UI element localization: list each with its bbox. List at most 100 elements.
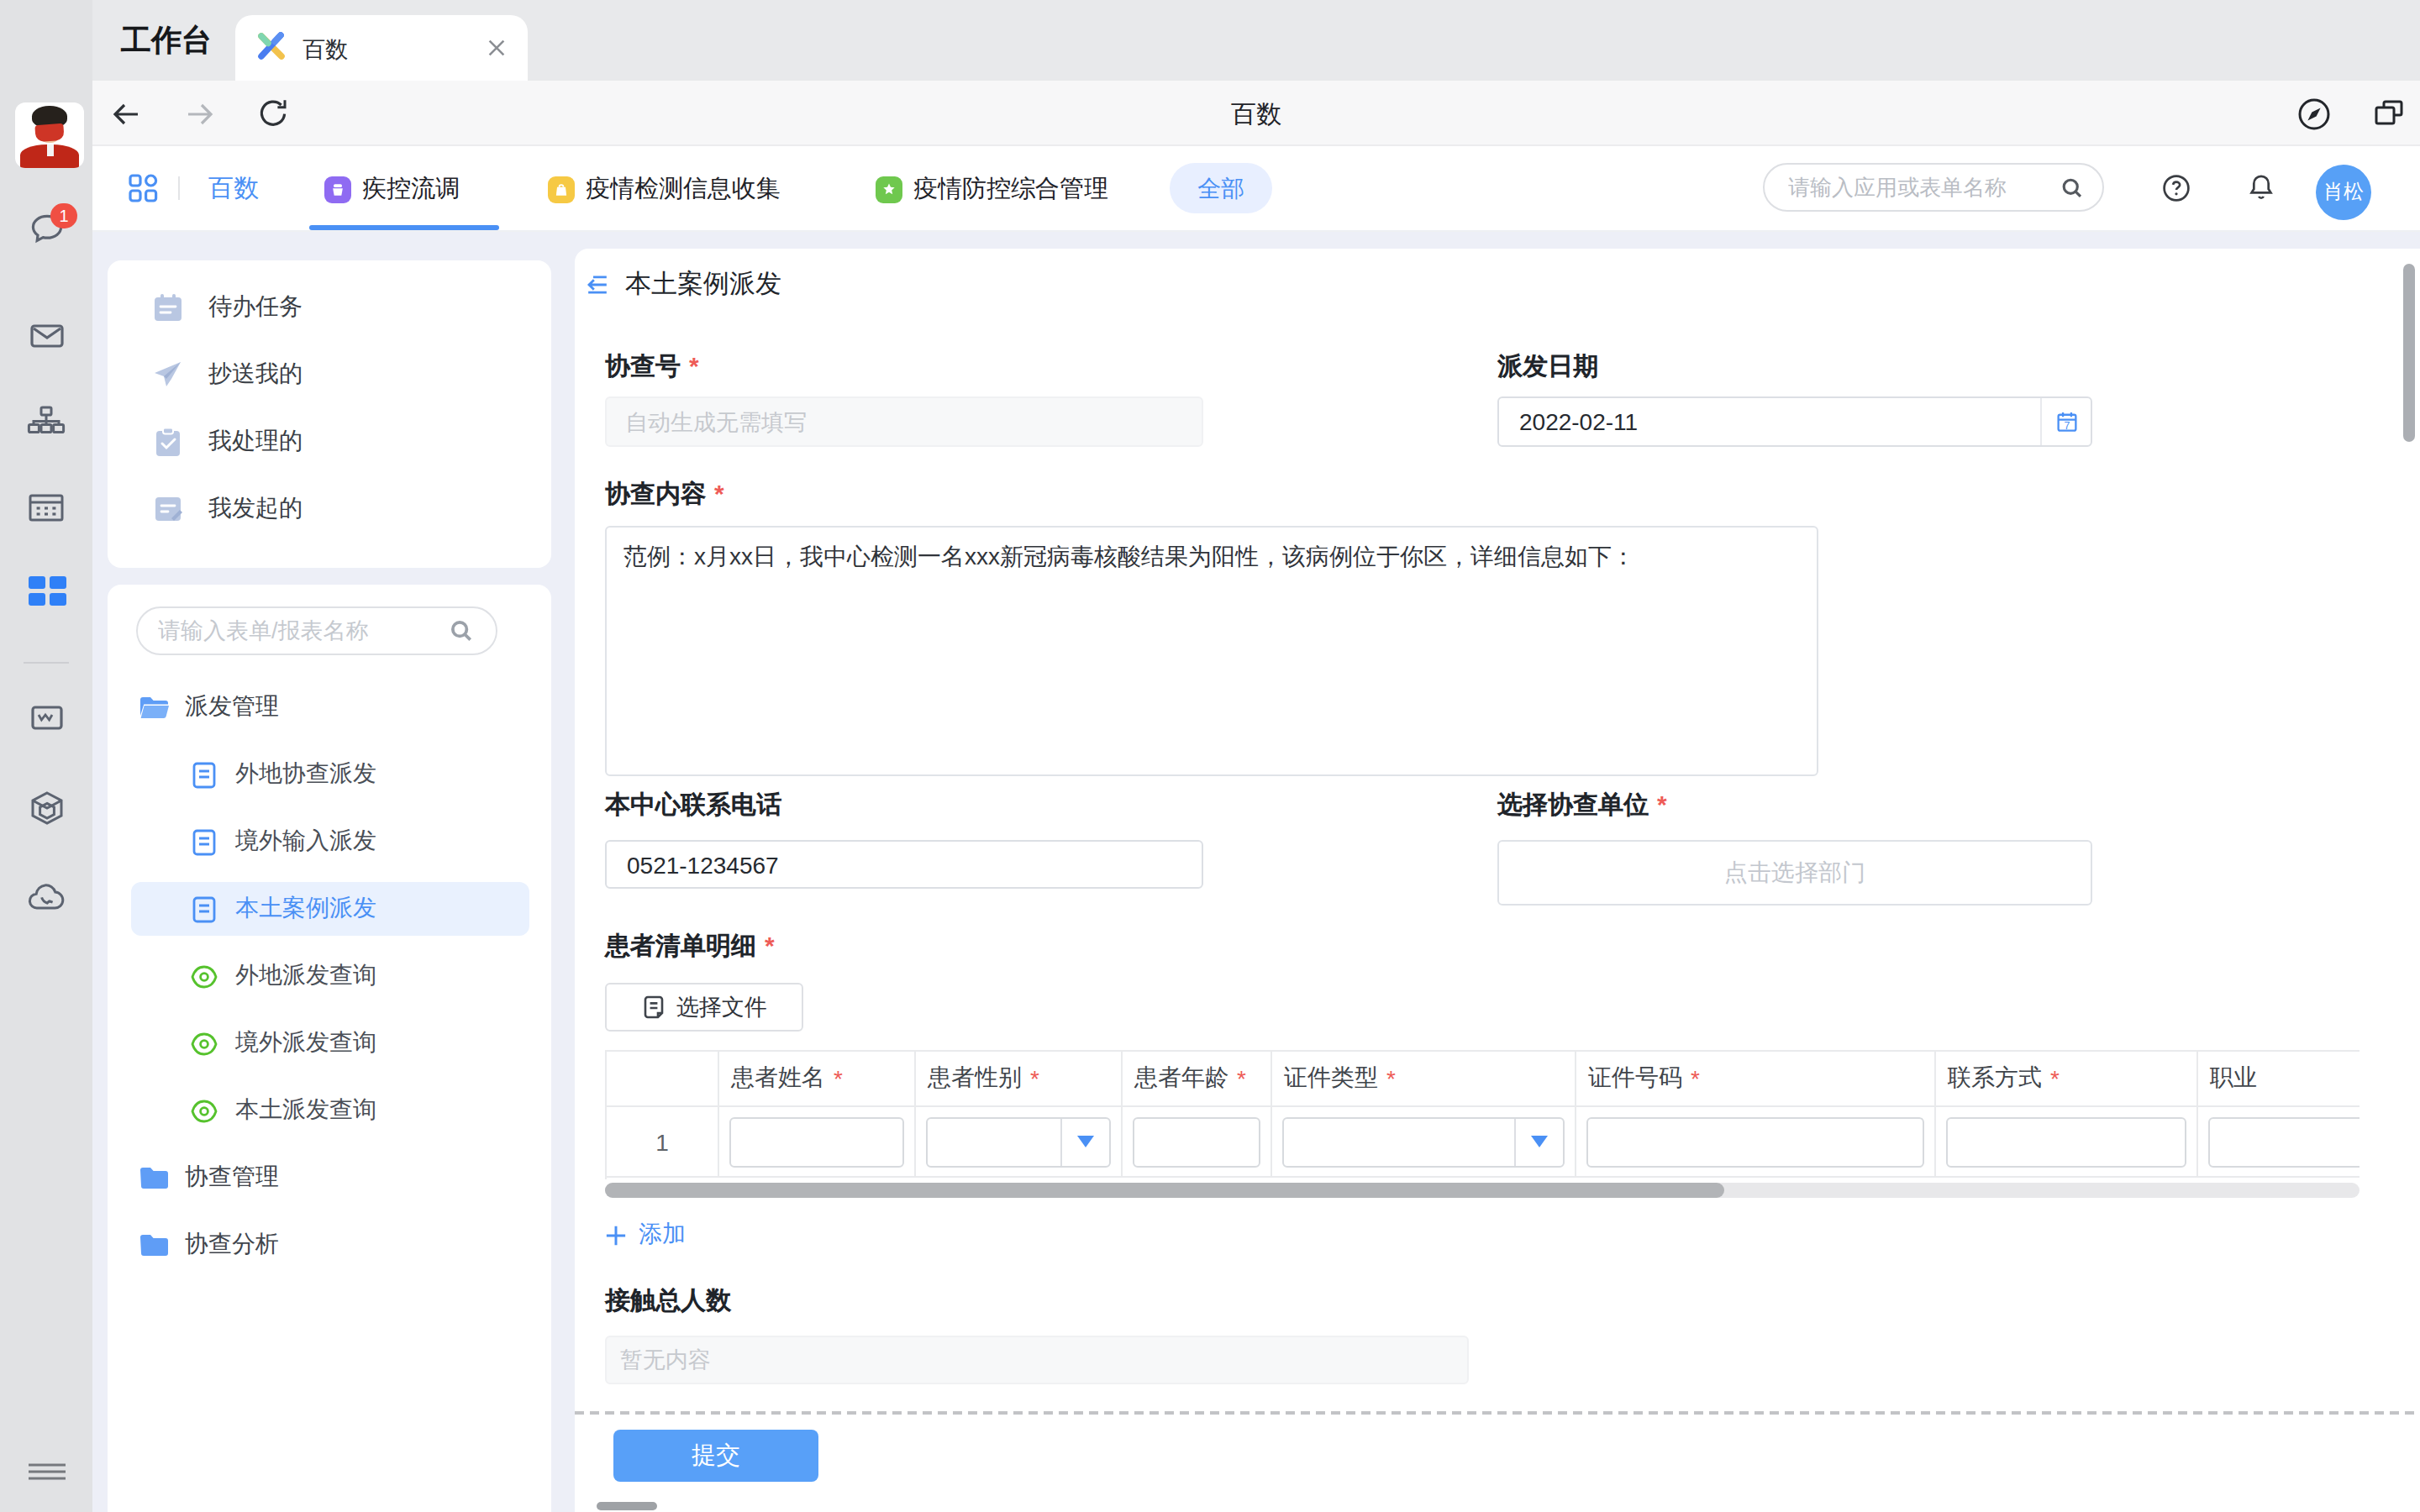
forward-icon[interactable] [183,97,217,131]
hscroll-thumb[interactable] [605,1183,1724,1198]
field-label-unit: 选择协查单位 [1497,790,1667,822]
tree-item-bentu-anli[interactable]: 本土案例派发 [108,875,551,942]
tree-label: 境外输入派发 [235,827,376,857]
back-to-list-icon[interactable] [585,272,610,297]
view-icon [188,960,220,992]
tree-label: 派发管理 [185,692,279,722]
patients-table: 患者姓名* 患者性别* 患者年龄* 证件类型* 证件号码* 联系方式* 职业 1 [605,1050,2360,1179]
org-chart-icon[interactable] [0,402,92,444]
tab-close-icon[interactable] [486,37,508,59]
compass-icon[interactable] [2296,96,2333,133]
folder-open-icon [138,691,170,723]
date-field[interactable]: 2022-02-11 7 [1497,396,2092,447]
nav-home-baishu[interactable]: 百数 [208,146,259,232]
doc-edit-icon [151,492,185,526]
tree-item-jingwai-chaxun[interactable]: 境外派发查询 [108,1010,551,1077]
table-row: 1 [607,1107,2360,1178]
help-icon[interactable] [2161,173,2191,203]
left-rail: 1 [0,0,92,1512]
xiechahao-field[interactable] [605,396,1203,447]
date-value: 2022-02-11 [1519,408,1638,435]
nav-tab-all[interactable]: 全部 [1170,163,1272,213]
tree-item-waidi-xiecha[interactable]: 外地协查派发 [108,741,551,808]
mail-icon[interactable] [0,316,92,356]
view-icon [188,1027,220,1059]
browser-navrow: 百数 [92,81,2420,146]
add-row-button[interactable]: 添加 [605,1220,686,1250]
age-input[interactable] [1133,1116,1260,1167]
choose-file-button[interactable]: 选择文件 [605,983,803,1032]
tree-item-waidi-chaxun[interactable]: 外地派发查询 [108,942,551,1010]
app-search[interactable] [1763,163,2104,212]
calendar-icon: 7 [2054,410,2078,433]
cloud-call-icon[interactable] [0,877,92,919]
sidebar-quick-card: 待办任务 抄送我的 我处理的 我发起的 [108,260,551,568]
sidebar-item-cc[interactable]: 抄送我的 [108,341,551,408]
content-textarea[interactable]: 范例：x月xx日，我中心检测一名xxx新冠病毒核酸结果为阳性，该病例位于你区，详… [605,526,1818,776]
unit-select[interactable]: 点击选择部门 [1497,840,2092,906]
dropdown-segment[interactable] [1060,1118,1109,1165]
tree-folder-xiecha-mgmt[interactable]: 协查管理 [108,1144,551,1211]
xiechahao-input[interactable] [607,398,1202,445]
tree-folder-xiecha-fenxi[interactable]: 协查分析 [108,1211,551,1278]
plus-icon [605,1224,627,1246]
phone-field[interactable]: 0521-1234567 [605,840,1203,889]
fangkong-app-icon [876,176,902,202]
paper-plane-icon [151,358,185,391]
chat-badge: 1 [50,203,77,228]
workbench-icon[interactable] [0,571,92,612]
menu-icon[interactable] [0,1452,92,1492]
tree-label: 外地协查派发 [235,759,376,790]
user-badge[interactable]: 肖松 [2316,165,2371,220]
tree-item-jingwai-shuru[interactable]: 境外输入派发 [108,808,551,875]
nav-tab-fangkong[interactable]: 疫情防控综合管理 [876,146,1108,232]
sidebar-item-handled[interactable]: 我处理的 [108,408,551,475]
page-hscroll-thumb[interactable] [597,1502,657,1510]
tree-label: 本土案例派发 [235,894,376,924]
total-input[interactable] [607,1337,1467,1383]
calendar-segment[interactable]: 7 [2040,398,2091,445]
page-title: 百数 [92,81,2420,146]
calendar-grid-icon[interactable] [0,487,92,529]
app-search-input[interactable] [1788,165,2040,210]
total-field[interactable] [605,1336,1469,1384]
nav-tab-label: 疫情检测信息收集 [586,173,781,205]
idnum-input[interactable] [1586,1116,1924,1167]
dropdown-arrow-icon [1077,1136,1094,1147]
tree-item-bentu-chaxun[interactable]: 本土派发查询 [108,1077,551,1144]
box-icon[interactable] [0,788,92,828]
back-icon[interactable] [109,97,143,131]
user-avatar[interactable] [15,102,84,168]
form-search[interactable] [136,606,497,655]
reload-icon[interactable] [255,96,291,131]
bell-icon[interactable] [2245,171,2277,203]
nav-divider [178,176,180,200]
col-contact: 联系方式 [1948,1063,2042,1094]
table-hscrollbar[interactable] [605,1183,2360,1198]
view-icon [188,1095,220,1126]
nav-tab-jiance[interactable]: 疫情检测信息收集 [548,146,781,232]
sex-select[interactable] [926,1116,1111,1167]
word-doc-icon[interactable] [0,697,92,738]
app-tab[interactable]: 百数 [235,15,528,81]
tree-folder-paifa[interactable]: 派发管理 [108,674,551,741]
nav-tab-jikong[interactable]: 疾控流调 [324,146,460,232]
page-vscroll-thumb[interactable] [2403,264,2415,442]
idtype-select[interactable] [1282,1116,1565,1167]
contact-input[interactable] [1946,1116,2186,1167]
dropdown-segment[interactable] [1514,1118,1563,1165]
sidebar-item-initiated[interactable]: 我发起的 [108,475,551,543]
form-search-input[interactable] [158,608,427,654]
form-tree: 派发管理 外地协查派发 境外输入派发 本土案例派发 外地派发查询 境外派 [108,674,551,1278]
submit-button[interactable]: 提交 [613,1430,818,1482]
todo-icon [151,291,185,324]
search-icon [449,618,474,643]
apps-grid-icon[interactable] [126,171,160,205]
nav-tab-label: 疫情防控综合管理 [913,173,1108,205]
name-input[interactable] [729,1116,904,1167]
jiance-app-icon [548,176,575,202]
sidebar-item-todo[interactable]: 待办任务 [108,274,551,341]
job-input[interactable] [2208,1116,2360,1167]
chat-icon[interactable] [0,208,92,249]
new-window-icon[interactable] [2371,96,2407,131]
